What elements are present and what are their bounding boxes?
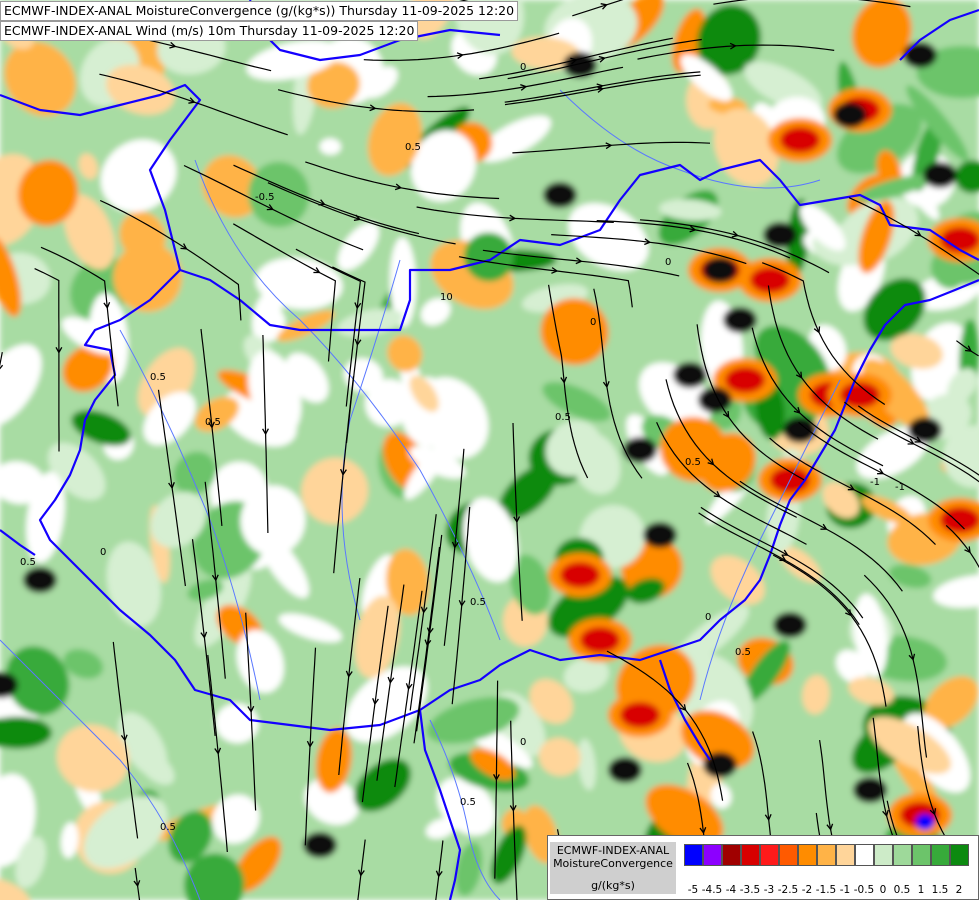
legend-tick-label: 1.5 <box>931 884 949 896</box>
contour-label: 0.5 <box>405 142 421 153</box>
legend-tick-label: -2.5 <box>777 884 799 896</box>
color-legend: ECMWF-INDEX-ANAL MoistureConvergence g/(… <box>547 835 979 900</box>
contour-label: 0 <box>520 62 526 73</box>
legend-tick-label: 2 <box>955 884 963 896</box>
legend-swatch <box>836 844 855 866</box>
legend-tick-label: -0.5 <box>853 884 875 896</box>
strong-convergence-area <box>833 102 867 128</box>
legend-swatch <box>855 844 874 866</box>
contour-label: 0.5 <box>160 822 176 833</box>
weather-map: 00.5-0.5100.500.500.5-10.500.50.500.50.5… <box>0 0 979 900</box>
legend-swatch <box>684 844 703 866</box>
strong-convergence-area <box>723 307 757 333</box>
strong-convergence-area <box>908 417 942 443</box>
contour-label: 0.5 <box>20 557 36 568</box>
contour-label: 0 <box>100 547 106 558</box>
legend-swatch <box>950 844 969 866</box>
legend-tick-label: 0 <box>879 884 887 896</box>
contour-label: 0.5 <box>205 417 221 428</box>
divergence-core <box>780 127 820 153</box>
legend-swatch <box>874 844 893 866</box>
strong-convergence-area <box>903 42 937 68</box>
legend-model: ECMWF-INDEX-ANAL <box>556 844 670 857</box>
strong-convergence-area <box>923 162 957 188</box>
legend-tick-label: -2 <box>801 884 813 896</box>
legend-swatch <box>722 844 741 866</box>
legend-swatch <box>779 844 798 866</box>
legend-swatch <box>798 844 817 866</box>
contour-label: 0 <box>520 737 526 748</box>
legend-unit: g/(kg*s) <box>591 879 635 892</box>
contour-label: 0.5 <box>150 372 166 383</box>
divergence-core <box>580 627 620 653</box>
strong-convergence-area <box>543 182 577 208</box>
contour-label: -1 <box>895 482 905 493</box>
strong-convergence-area <box>23 567 57 593</box>
legend-parameter: MoistureConvergence <box>553 857 673 870</box>
legend-tick-label: -4 <box>725 884 737 896</box>
extreme-divergence-area <box>916 814 934 830</box>
contour-label: -0.5 <box>255 192 275 203</box>
wind-title: ECMWF-INDEX-ANAL Wind (m/s) 10m Thursday… <box>0 21 419 41</box>
contour-label: 0.5 <box>460 797 476 808</box>
legend-swatch <box>703 844 722 866</box>
legend-swatch <box>912 844 931 866</box>
legend-swatch <box>741 844 760 866</box>
map-stage: 0 0.5 -0.5 10 0.5 0 0.5 0 0.5 -1 0.5 0 0.5 0.5 0 0.5 0.5… <box>0 0 979 900</box>
contour-label: 10 <box>440 292 453 303</box>
contour-label: 0 <box>665 257 671 268</box>
contour-label: 0.5 <box>555 412 571 423</box>
divergence-core <box>940 507 979 533</box>
legend-swatch <box>760 844 779 866</box>
divergence-core <box>560 562 600 588</box>
contour-label: 0 <box>705 612 711 623</box>
strong-convergence-area <box>643 522 677 548</box>
legend-tick-label: -5 <box>687 884 699 896</box>
legend-name-box: ECMWF-INDEX-ANAL MoistureConvergence g/(… <box>550 842 676 894</box>
strong-convergence-area <box>783 417 817 443</box>
legend-swatch <box>931 844 950 866</box>
strong-convergence-area <box>608 757 642 783</box>
strong-convergence-area <box>773 612 807 638</box>
divergence-core <box>750 267 790 293</box>
legend-tick-label: -3.5 <box>739 884 761 896</box>
legend-tick-label: -3 <box>763 884 775 896</box>
legend-tick-label: -1.5 <box>815 884 837 896</box>
strong-convergence-area <box>623 437 657 463</box>
contour-label: 0.5 <box>685 457 701 468</box>
divergence-core <box>725 367 765 393</box>
contour-label: 0 <box>590 317 596 328</box>
legend-tick-label: 0.5 <box>893 884 911 896</box>
legend-tick-label: 1 <box>917 884 925 896</box>
legend-swatch <box>893 844 912 866</box>
legend-tick-label: -4.5 <box>701 884 723 896</box>
strong-convergence-area <box>673 362 707 388</box>
moisture-convergence-field <box>0 0 979 900</box>
legend-tick-label: -1 <box>839 884 851 896</box>
strong-convergence-area <box>698 387 732 413</box>
strong-convergence-area <box>763 222 797 248</box>
strong-convergence-area <box>303 832 337 858</box>
contour-label: 0.5 <box>470 597 486 608</box>
moisture-convergence-title: ECMWF-INDEX-ANAL MoistureConvergence (g/… <box>0 1 519 21</box>
divergence-core <box>620 702 660 728</box>
legend-swatch <box>817 844 836 866</box>
contour-label: -1 <box>870 477 880 488</box>
strong-convergence-area <box>703 257 737 283</box>
contour-label: 0.5 <box>735 647 751 658</box>
